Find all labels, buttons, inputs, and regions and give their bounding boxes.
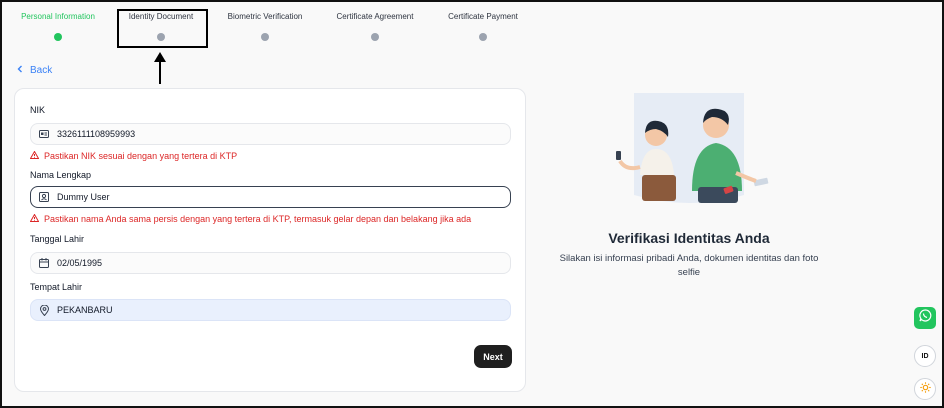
- step-label: Certificate Agreement: [336, 12, 414, 21]
- nik-error-text: Pastikan NIK sesuai dengan yang tertera …: [44, 151, 238, 161]
- step-certificate-agreement[interactable]: Certificate Agreement: [315, 12, 435, 41]
- annotation-arrow-line: [159, 58, 161, 84]
- step-dot-active: [54, 33, 62, 41]
- calendar-icon: [39, 258, 49, 268]
- step-dot: [371, 33, 379, 41]
- sun-icon: [919, 380, 931, 398]
- user-badge-icon: [39, 192, 49, 202]
- warning-icon: [29, 150, 40, 161]
- dob-label: Tanggal Lahir: [30, 234, 85, 244]
- step-dot: [261, 33, 269, 41]
- personal-info-form: NIK 3326111108959993 Pastikan NIK sesuai…: [14, 88, 526, 392]
- warning-icon: [29, 213, 40, 224]
- nik-error: Pastikan NIK sesuai dengan yang tertera …: [29, 150, 238, 161]
- place-of-birth-input[interactable]: PEKANBARU: [30, 299, 511, 321]
- location-pin-icon: [39, 304, 49, 316]
- hero-subtitle: Silakan isi informasi pribadi Anda, doku…: [559, 253, 819, 278]
- chevron-left-icon: [16, 65, 24, 76]
- dob-value: 02/05/1995: [57, 258, 103, 268]
- progress-stepper: Personal Information Identity Document B…: [2, 2, 562, 52]
- step-biometric-verification[interactable]: Biometric Verification: [205, 12, 325, 41]
- name-label: Nama Lengkap: [30, 170, 92, 180]
- theme-toggle-button[interactable]: [914, 378, 936, 400]
- back-label: Back: [30, 65, 53, 76]
- date-of-birth-input[interactable]: 02/05/1995: [30, 252, 511, 274]
- next-button[interactable]: Next: [474, 345, 512, 368]
- pob-value: PEKANBARU: [57, 305, 113, 315]
- full-name-input[interactable]: Dummy User: [30, 186, 511, 208]
- step-dot: [479, 33, 487, 41]
- nik-label: NIK: [30, 105, 46, 115]
- annotation-highlight-box: [117, 9, 208, 48]
- step-label: Biometric Verification: [227, 12, 303, 21]
- id-card-icon: [39, 129, 49, 139]
- back-link[interactable]: Back: [16, 65, 52, 76]
- hero-title: Verifikasi Identitas Anda: [608, 230, 770, 246]
- identity-verification-illustration: [604, 87, 780, 211]
- whatsapp-button[interactable]: [914, 307, 936, 329]
- app-frame: Personal Information Identity Document B…: [0, 0, 944, 408]
- step-label: Certificate Payment: [448, 12, 518, 21]
- language-button[interactable]: ID: [914, 345, 936, 367]
- nik-input[interactable]: 3326111108959993: [30, 123, 511, 145]
- nik-value: 3326111108959993: [57, 129, 136, 139]
- name-error: Pastikan nama Anda sama persis dengan ya…: [29, 213, 472, 224]
- name-error-text: Pastikan nama Anda sama persis dengan ya…: [44, 214, 472, 224]
- whatsapp-icon: [918, 309, 932, 327]
- step-certificate-payment[interactable]: Certificate Payment: [423, 12, 543, 41]
- pob-label: Tempat Lahir: [30, 282, 83, 292]
- full-name-value: Dummy User: [57, 192, 110, 202]
